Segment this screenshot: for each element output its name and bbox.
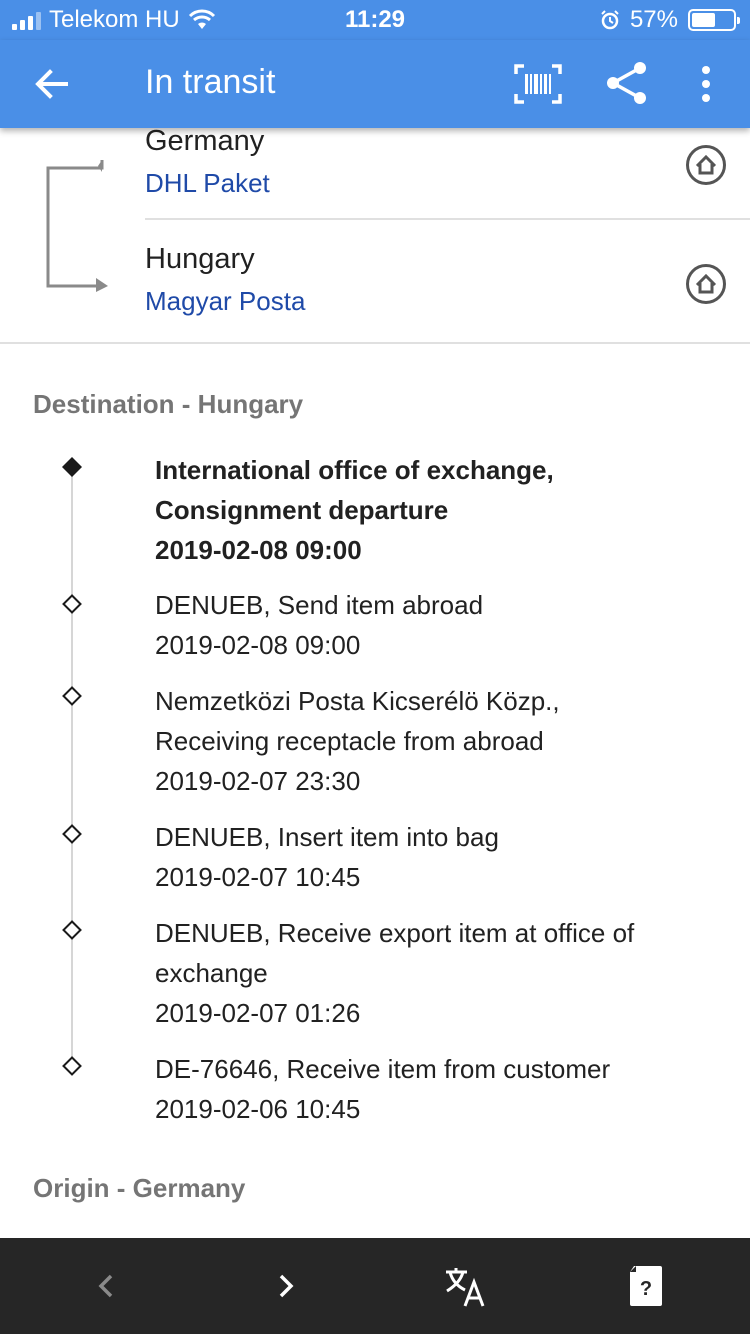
timeline-event: International office of exchange, Consig…: [155, 450, 715, 570]
svg-text:?: ?: [640, 1278, 652, 1300]
back-arrow-icon[interactable]: [30, 62, 74, 106]
timeline-event: DENUEB, Insert item into bag 2019-02-07 …: [155, 817, 715, 897]
timeline-event: DENUEB, Send item abroad 2019-02-08 09:0…: [155, 585, 715, 665]
event-timestamp: 2019-02-06 10:45: [155, 1094, 361, 1124]
route-connector: [46, 160, 108, 292]
alarm-icon: [601, 10, 619, 30]
home-icon[interactable]: [685, 263, 727, 305]
battery-icon: [688, 9, 740, 31]
app-bar: In transit: [0, 40, 750, 128]
route-carrier-link[interactable]: DHL Paket: [145, 166, 750, 200]
event-timestamp: 2019-02-07 10:45: [155, 862, 361, 892]
event-description: DENUEB, Send item abroad: [155, 590, 484, 620]
status-bar-right: 57%: [600, 6, 740, 34]
browser-bottom-bar: ?: [0, 1238, 750, 1334]
chevron-left-icon[interactable]: [84, 1264, 128, 1308]
share-icon[interactable]: [604, 60, 650, 106]
battery-percent: 57%: [629, 6, 678, 33]
event-description: Consignment departure: [155, 495, 449, 525]
origin-section-title: Origin - Germany: [33, 1173, 246, 1203]
timeline-event: DENUEB, Receive export item at office of…: [155, 913, 715, 1033]
more-vert-icon[interactable]: [692, 62, 720, 106]
event-description: DENUEB, Insert item into bag: [155, 822, 499, 852]
barcode-icon[interactable]: [514, 62, 562, 106]
route-stop-destination[interactable]: Hungary Magyar Posta: [145, 242, 750, 318]
timeline-marker-icon: [62, 1056, 82, 1076]
event-description: exchange: [155, 958, 268, 988]
timeline-marker-icon: [62, 824, 82, 844]
timeline-marker-icon: [62, 920, 82, 940]
event-timestamp: 2019-02-08 09:00: [155, 630, 361, 660]
timeline-marker-icon: [62, 594, 82, 614]
timeline-line: [71, 470, 73, 1060]
event-description: Nemzetközi Posta Kicserélö Közp.,: [155, 686, 560, 716]
event-description: International office of exchange,: [155, 455, 554, 485]
event-description: DE-76646, Receive item from customer: [155, 1054, 611, 1084]
timeline-event: DE-76646, Receive item from customer 201…: [155, 1049, 715, 1129]
route-card: Germany DHL Paket Hungary Magyar Posta: [0, 125, 750, 344]
help-card-icon[interactable]: ?: [624, 1264, 668, 1308]
route-carrier-link[interactable]: Magyar Posta: [145, 284, 750, 318]
event-description: Receiving receptacle from abroad: [155, 726, 544, 756]
route-stop-origin[interactable]: Germany DHL Paket: [145, 124, 750, 220]
event-timestamp: 2019-02-07 23:30: [155, 766, 361, 796]
chevron-right-icon[interactable]: [264, 1264, 308, 1308]
page-title: In transit: [145, 63, 276, 101]
destination-section-title: Destination - Hungary: [33, 389, 304, 419]
status-bar: Telekom HU 11:29 57%: [0, 0, 750, 40]
event-timestamp: 2019-02-07 01:26: [155, 998, 361, 1028]
home-icon[interactable]: [685, 144, 727, 186]
event-timestamp: 2019-02-08 09:00: [155, 535, 362, 565]
route-country: Hungary: [145, 243, 255, 275]
timeline-marker-filled-icon: [62, 457, 82, 477]
timeline-marker-icon: [62, 686, 82, 706]
translate-icon[interactable]: [443, 1264, 487, 1308]
route-country: Germany: [145, 125, 265, 157]
timeline-event: Nemzetközi Posta Kicserélö Közp., Receiv…: [155, 681, 715, 801]
event-description: DENUEB, Receive export item at office of: [155, 918, 635, 948]
